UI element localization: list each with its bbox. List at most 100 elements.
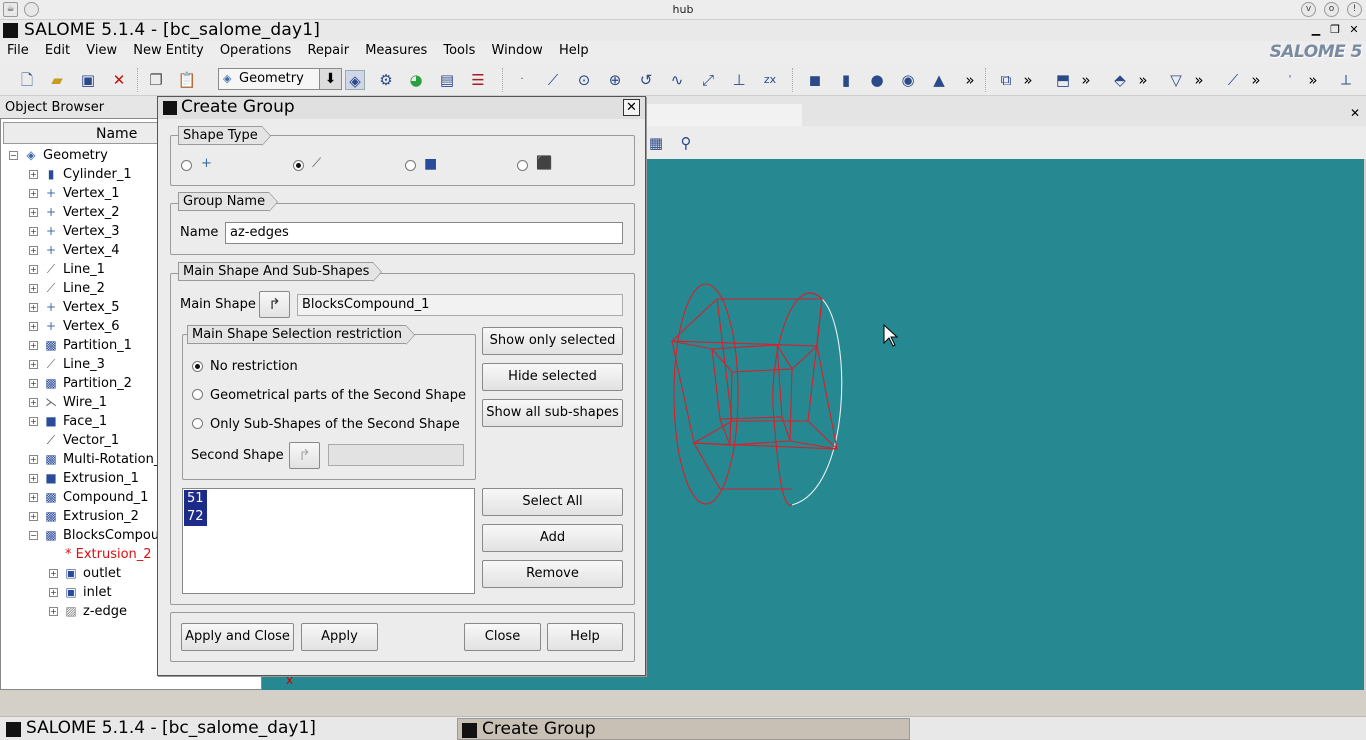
expand-icon[interactable]: + — [29, 265, 38, 274]
minimize-icon[interactable]: ▁ — [1308, 23, 1324, 38]
expand-icon[interactable]: + — [29, 398, 38, 407]
open-folder-icon[interactable]: ▰ — [47, 70, 67, 90]
subshape-id-list[interactable]: 51 72 — [182, 488, 475, 594]
list-item[interactable]: 72 — [184, 508, 207, 526]
group-icon[interactable]: ⬘ — [1110, 70, 1130, 90]
apply-and-close-button[interactable]: Apply and Close — [181, 623, 294, 651]
expand-icon[interactable]: + — [49, 607, 58, 616]
dump-view-icon[interactable]: ▦ — [646, 133, 666, 153]
torus-icon[interactable]: ◉ — [898, 70, 918, 90]
save-icon[interactable]: ▣ — [78, 70, 98, 90]
geometry-module-icon[interactable]: ◈ — [345, 70, 365, 90]
help-button[interactable]: Help — [547, 623, 623, 651]
menu-new-entity[interactable]: New Entity — [133, 41, 203, 58]
ellipse-tool-icon[interactable]: ⊕ — [605, 70, 625, 90]
circle-tool-icon[interactable]: ⊙ — [574, 70, 594, 90]
expand-icon[interactable]: + — [49, 588, 58, 597]
module-selector[interactable]: ◈ Geometry ⬇ — [218, 68, 342, 90]
menu-edit[interactable]: Edit — [45, 41, 70, 58]
close-button[interactable]: Close — [464, 623, 541, 651]
menu-window[interactable]: Window — [492, 41, 543, 58]
main-shape-select-button[interactable]: ↱ — [259, 291, 290, 318]
expand-icon[interactable]: + — [29, 208, 38, 217]
expand-icon[interactable]: + — [29, 474, 38, 483]
no-restriction-radio[interactable] — [192, 361, 203, 372]
menu-measures[interactable]: Measures — [365, 41, 427, 58]
view-interaction-icon[interactable]: ⚲ — [676, 133, 696, 153]
repair-icon[interactable]: ▽ — [1166, 70, 1186, 90]
collapse-icon[interactable]: − — [29, 531, 38, 540]
second-shape-field[interactable] — [328, 444, 464, 466]
more-icon[interactable]: » — [1189, 70, 1209, 90]
collapse-icon[interactable]: − — [9, 151, 18, 160]
expand-icon[interactable]: + — [29, 512, 38, 521]
menu-operations[interactable]: Operations — [220, 41, 291, 58]
close-icon[interactable]: ✕ — [1346, 23, 1362, 38]
only-subshapes-radio[interactable] — [192, 418, 203, 429]
more-icon[interactable]: » — [1246, 70, 1266, 90]
menu-file[interactable]: File — [7, 41, 29, 58]
paste-icon[interactable]: 📋 — [177, 70, 197, 90]
apply-button[interactable]: Apply — [301, 623, 378, 651]
expand-icon[interactable]: + — [29, 322, 38, 331]
more-icon[interactable]: » — [1076, 70, 1096, 90]
restore-icon[interactable]: ❐ — [1327, 23, 1343, 38]
measure-icon[interactable]: ⟋ — [1223, 70, 1243, 90]
wm-minimize-icon[interactable]: v — [1301, 2, 1316, 17]
cone-icon[interactable]: ▲ — [929, 70, 949, 90]
expand-icon[interactable]: + — [29, 284, 38, 293]
expand-icon[interactable]: + — [29, 170, 38, 179]
mesh-module-icon[interactable]: ⚙ — [376, 70, 396, 90]
wm-close-icon[interactable]: ! — [1347, 2, 1362, 17]
close-document-icon[interactable]: ✕ — [109, 70, 129, 90]
point-icon[interactable]: · — [512, 70, 532, 90]
expand-icon[interactable]: + — [29, 455, 38, 464]
group-name-input[interactable]: az-edges — [225, 222, 623, 244]
shape-type-edge-radio[interactable] — [293, 160, 304, 171]
vector-tool-icon[interactable]: ⤢ — [698, 70, 718, 90]
boolean-icon[interactable]: ⧉ — [996, 70, 1016, 90]
transform-icon[interactable]: ⬒ — [1053, 70, 1073, 90]
menu-tools[interactable]: Tools — [443, 41, 475, 58]
expand-icon[interactable]: + — [49, 569, 58, 578]
shape-type-vertex-radio[interactable] — [181, 160, 192, 171]
show-only-selected-button[interactable]: Show only selected — [482, 327, 623, 355]
new-document-icon[interactable]: 🗋 — [17, 70, 37, 90]
copy-icon[interactable]: ❐ — [146, 70, 166, 90]
plane-tool-icon[interactable]: ⊥ — [729, 70, 749, 90]
sphere-icon[interactable]: ● — [867, 70, 887, 90]
more-icon[interactable]: » — [960, 70, 980, 90]
remove-button[interactable]: Remove — [482, 560, 623, 588]
dialog-close-button[interactable]: ✕ — [623, 99, 640, 116]
box-icon[interactable]: ◼ — [805, 70, 825, 90]
geometrical-parts-radio[interactable] — [192, 389, 203, 400]
extra-tool-icon[interactable]: ⟂ — [1336, 70, 1356, 90]
expand-icon[interactable]: + — [29, 303, 38, 312]
expand-icon[interactable]: + — [29, 341, 38, 350]
shape-type-face-radio[interactable] — [405, 160, 416, 171]
line-tool-icon[interactable]: ⟋ — [543, 70, 563, 90]
expand-icon[interactable]: + — [29, 360, 38, 369]
yacs-module-icon[interactable]: ▤ — [437, 70, 457, 90]
taskbar-item-create-group[interactable]: Create Group — [457, 718, 910, 740]
show-all-subshapes-button[interactable]: Show all sub-shapes — [482, 399, 623, 427]
expand-icon[interactable]: + — [29, 379, 38, 388]
expand-icon[interactable]: + — [29, 189, 38, 198]
wm-maximize-icon[interactable]: o — [1324, 2, 1339, 17]
second-shape-select-button[interactable]: ↱ — [289, 442, 320, 469]
study-module-icon[interactable]: ☰ — [468, 70, 488, 90]
select-all-button[interactable]: Select All — [482, 488, 623, 516]
more-icon[interactable]: » — [1133, 70, 1153, 90]
expand-icon[interactable]: + — [29, 493, 38, 502]
expand-icon[interactable]: + — [29, 227, 38, 236]
expand-icon[interactable]: + — [29, 246, 38, 255]
post-pro-module-icon[interactable]: ◕ — [406, 70, 426, 90]
main-shape-field[interactable]: BlocksCompound_1 — [297, 294, 623, 316]
cylinder-icon[interactable]: ▮ — [836, 70, 856, 90]
hide-selected-button[interactable]: Hide selected — [482, 363, 623, 391]
arrow-down-icon[interactable]: ⬇ — [319, 69, 341, 89]
close-viewer-icon[interactable]: ✕ — [1350, 106, 1360, 120]
arc-tool-icon[interactable]: ↺ — [636, 70, 656, 90]
taskbar-item-salome[interactable]: SALOME 5.1.4 - [bc_salome_day1] — [2, 718, 456, 740]
expand-icon[interactable]: + — [29, 417, 38, 426]
